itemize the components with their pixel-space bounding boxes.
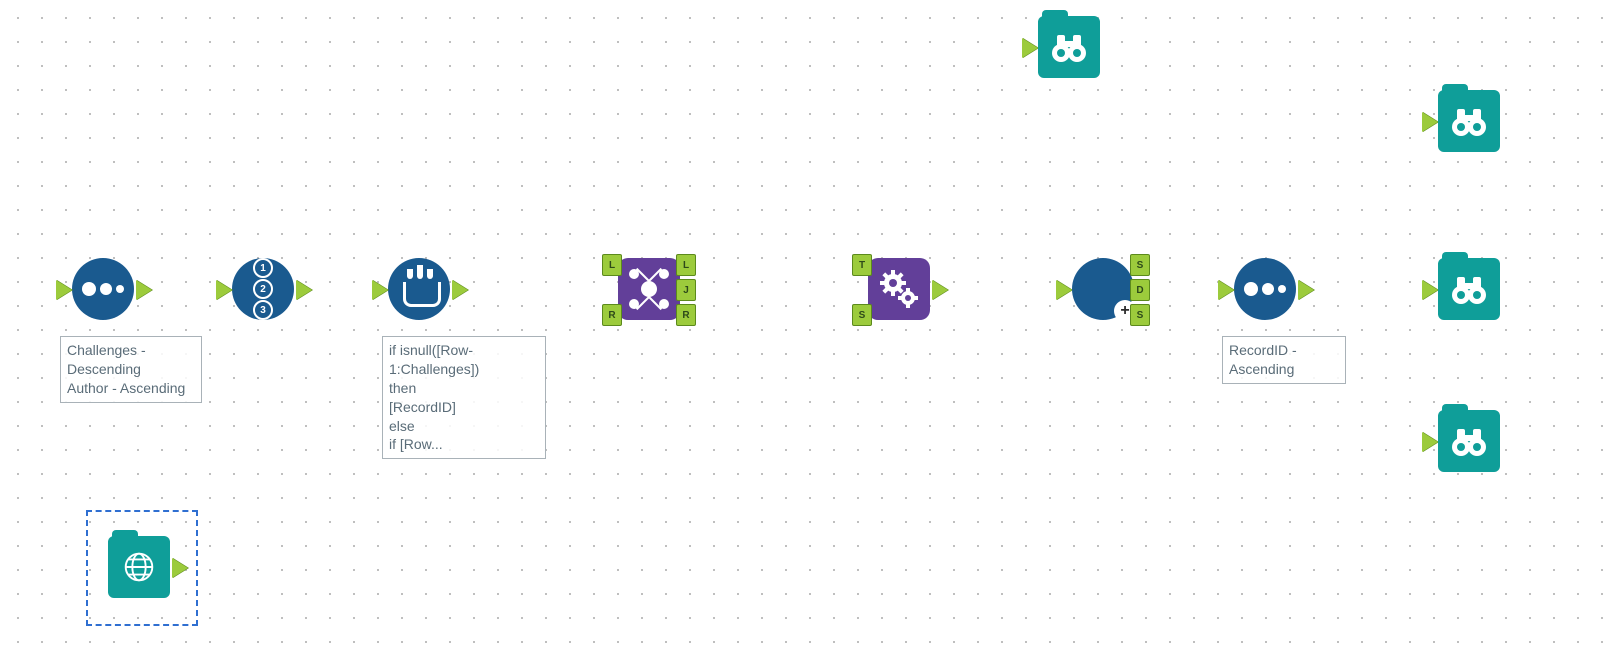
output-port[interactable] [452, 280, 468, 300]
join-output-J[interactable]: J [676, 279, 696, 301]
multirow-formula-tool[interactable] [388, 258, 450, 320]
output-port[interactable] [1298, 280, 1314, 300]
sort-icon [82, 282, 124, 296]
input-port[interactable] [1022, 38, 1038, 58]
input-port[interactable] [56, 280, 72, 300]
plus-icon: + [1118, 304, 1132, 318]
sort-1-annotation: Challenges - DescendingAuthor - Ascendin… [60, 336, 202, 403]
gears-icon [878, 268, 920, 310]
sort-tool-2[interactable] [1234, 258, 1296, 320]
workflow-canvas[interactable]: Challenges - DescendingAuthor - Ascendin… [0, 0, 1618, 664]
sort-tool-1[interactable] [72, 258, 134, 320]
browse-tool-4[interactable] [1438, 410, 1500, 472]
input-port[interactable] [216, 280, 232, 300]
globe-icon [108, 536, 170, 598]
join-tool[interactable]: L R L J R [618, 258, 680, 320]
browse-tool-2[interactable] [1438, 90, 1500, 152]
join-input-L[interactable]: L [602, 254, 622, 276]
input-port[interactable] [372, 280, 388, 300]
join-icon [629, 269, 669, 309]
binoculars-icon [1438, 258, 1500, 320]
recordid-icon: 123 [253, 258, 273, 320]
append-input-S[interactable]: S [852, 304, 872, 326]
input-port[interactable] [1422, 112, 1438, 132]
output-port[interactable] [136, 280, 152, 300]
unique-out-S1[interactable]: S [1130, 254, 1150, 276]
multirow-icon [399, 269, 439, 309]
binoculars-icon [1438, 90, 1500, 152]
input-port[interactable] [1422, 280, 1438, 300]
browse-tool-1[interactable] [1038, 16, 1100, 78]
append-input-T[interactable]: T [852, 254, 872, 276]
output-port[interactable] [932, 280, 948, 300]
canvas-grid [0, 0, 1618, 664]
unique-out-S2[interactable]: S [1130, 304, 1150, 326]
input-port[interactable] [1056, 280, 1072, 300]
recordid-tool[interactable]: 123 [232, 258, 294, 320]
unique-out-D[interactable]: D [1130, 279, 1150, 301]
join-output-L[interactable]: L [676, 254, 696, 276]
binoculars-icon [1038, 16, 1100, 78]
append-fields-tool[interactable]: T S [868, 258, 930, 320]
macro-input-tool[interactable] [108, 536, 170, 598]
browse-tool-3[interactable] [1438, 258, 1500, 320]
output-port[interactable] [296, 280, 312, 300]
output-port[interactable] [172, 558, 188, 578]
join-input-R[interactable]: R [602, 304, 622, 326]
input-port[interactable] [1218, 280, 1234, 300]
sort-icon [1244, 282, 1286, 296]
input-port[interactable] [1422, 432, 1438, 452]
multirow-annotation: if isnull([Row-1:Challenges])then[Record… [382, 336, 546, 459]
binoculars-icon [1438, 410, 1500, 472]
join-output-R[interactable]: R [676, 304, 696, 326]
unique-tool[interactable]: + S D S [1072, 258, 1134, 320]
sort-2-annotation: RecordID - Ascending [1222, 336, 1346, 384]
